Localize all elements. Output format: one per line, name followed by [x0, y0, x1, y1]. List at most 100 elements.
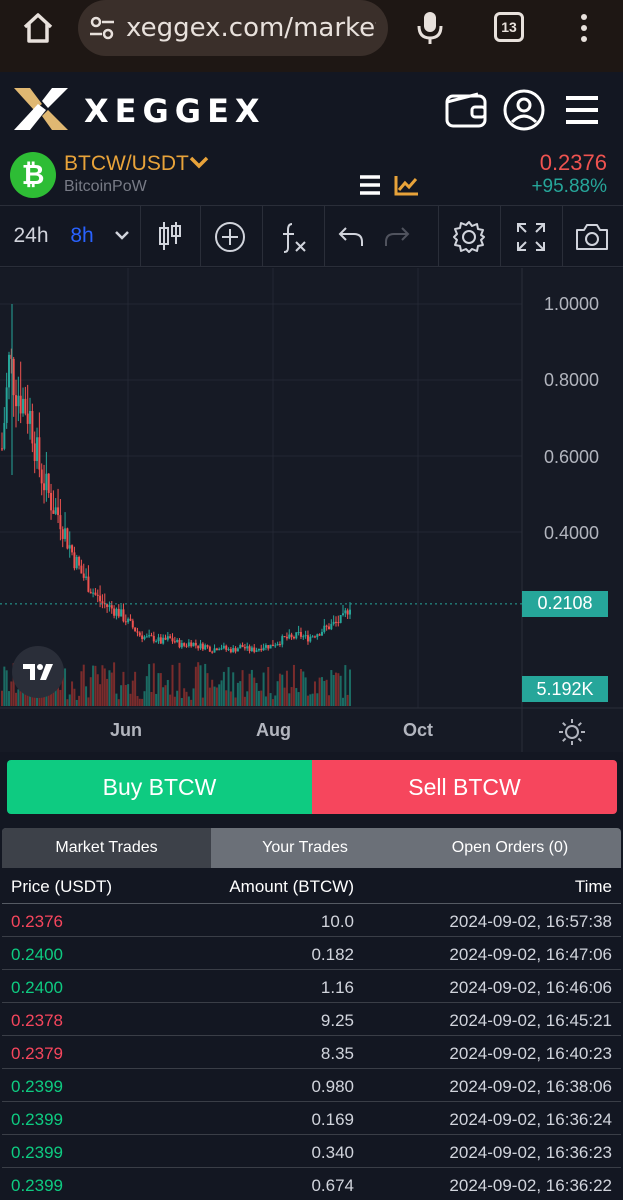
volume-bar: [66, 699, 69, 706]
candle-body: [206, 645, 209, 647]
interval-8h[interactable]: 8h: [62, 206, 102, 266]
brightness-icon[interactable]: [558, 718, 586, 746]
indicators-fx-icon[interactable]: [278, 220, 308, 254]
volume-bar: [192, 688, 195, 706]
volume-bar: [304, 677, 307, 706]
price-chart[interactable]: 1.0000 0.8000 0.6000 0.4000 0.2108 5.192K J…: [0, 268, 623, 752]
candle-body: [281, 636, 284, 645]
trade-time: 2024-09-02, 16:45:21: [449, 1011, 612, 1030]
candle-body: [52, 510, 55, 514]
candle-body: [232, 648, 235, 653]
volume-bar: [274, 695, 277, 706]
volume-bar: [1, 690, 3, 706]
volume-bar: [75, 699, 78, 706]
candle-body: [194, 642, 197, 646]
volume-bar: [8, 691, 11, 706]
candle-body: [120, 609, 123, 617]
candle-body: [85, 576, 88, 578]
candle-body: [47, 473, 50, 493]
volume-bar: [325, 679, 328, 706]
candle-body: [211, 651, 214, 653]
volume-bar: [197, 662, 200, 706]
sell-button[interactable]: Sell BTCW: [312, 760, 617, 814]
volume-bar: [262, 672, 265, 706]
volume-bar: [276, 681, 279, 706]
buy-button[interactable]: Buy BTCW: [7, 760, 312, 814]
undo-icon[interactable]: [338, 224, 364, 248]
volume-bar: [271, 699, 274, 706]
tab-open-orders[interactable]: Open Orders (0): [399, 828, 621, 868]
candle-body: [241, 645, 244, 648]
volume-bar: [82, 664, 85, 706]
candle-body: [122, 609, 125, 622]
candle-body: [225, 645, 228, 650]
candle-body: [325, 625, 328, 627]
volume-bar: [85, 686, 88, 706]
chevron-down-icon[interactable]: [188, 154, 210, 172]
trade-time: 2024-09-02, 16:40:23: [449, 1044, 612, 1063]
candlestick-type-icon[interactable]: [155, 220, 185, 252]
candle-body: [115, 608, 118, 616]
candle-body: [87, 576, 90, 592]
trade-price: 0.2399: [11, 1143, 63, 1162]
candle-body: [197, 645, 200, 649]
candle-body: [31, 410, 34, 444]
camera-snapshot-icon[interactable]: [574, 222, 610, 252]
tradingview-logo-icon[interactable]: [12, 646, 64, 698]
volume-bar: [5, 670, 8, 706]
pair-selector[interactable]: BTCW/USDT: [64, 152, 189, 176]
market-pair-header: ₿ BTCW/USDT BitcoinPoW 0.2376 +95.88%: [0, 148, 623, 204]
list-view-icon[interactable]: [358, 174, 382, 196]
gear-icon[interactable]: [452, 220, 486, 254]
candle-body: [94, 592, 97, 595]
volume-bar: [227, 667, 230, 706]
fullscreen-icon[interactable]: [516, 222, 546, 252]
candle-body: [75, 556, 78, 569]
candle-body: [61, 529, 64, 539]
chart-view-icon[interactable]: [394, 174, 420, 196]
table-row: 0.2399 0.980 2024-09-02, 16:38:06: [2, 1069, 621, 1102]
volume-bar: [68, 694, 71, 706]
last-price: 0.2376: [539, 150, 607, 175]
home-icon[interactable]: [20, 10, 56, 46]
trade-amount: 0.169: [311, 1110, 354, 1129]
interval-24h[interactable]: 24h: [6, 206, 56, 266]
volume-bar: [94, 665, 97, 706]
add-indicator-icon[interactable]: [214, 221, 246, 253]
more-options-icon[interactable]: [574, 12, 594, 44]
volume-bar: [80, 671, 83, 706]
trade-price: 0.2379: [11, 1044, 63, 1063]
candle-body: [71, 545, 74, 553]
wallet-icon[interactable]: [444, 88, 488, 132]
candle-body: [227, 649, 230, 651]
candle-body: [173, 641, 176, 643]
volume-bar: [117, 699, 120, 706]
volume-bar: [330, 670, 333, 706]
microphone-icon[interactable]: [416, 10, 444, 46]
candle-body: [239, 645, 242, 649]
tab-switcher-button[interactable]: 13: [494, 12, 524, 42]
candle-body: [148, 635, 151, 637]
site-settings-icon[interactable]: [88, 14, 116, 42]
date-label-oct: Oct: [403, 720, 434, 740]
chevron-down-icon[interactable]: [112, 228, 132, 244]
volume-bar: [99, 684, 102, 706]
xeggex-logo-icon[interactable]: [12, 84, 70, 134]
volume-bar: [122, 671, 125, 706]
candle-body: [262, 647, 265, 651]
candle-body: [349, 609, 351, 615]
volume-bar: [234, 697, 237, 706]
volume-bar: [141, 698, 144, 706]
address-bar[interactable]: xeggex.com/market/B: [78, 0, 388, 56]
price-axis-label: 0.8000: [543, 370, 599, 390]
candle-body: [260, 648, 263, 651]
volume-bar: [306, 695, 309, 706]
tab-market-trades[interactable]: Market Trades: [2, 828, 211, 868]
trade-amount: 0.674: [311, 1176, 354, 1195]
tab-your-trades[interactable]: Your Trades: [211, 828, 399, 868]
volume-bar: [236, 682, 239, 706]
account-icon[interactable]: [502, 88, 546, 132]
hamburger-menu-icon[interactable]: [560, 88, 604, 132]
candle-body: [201, 643, 204, 650]
volume-bar: [220, 680, 223, 706]
